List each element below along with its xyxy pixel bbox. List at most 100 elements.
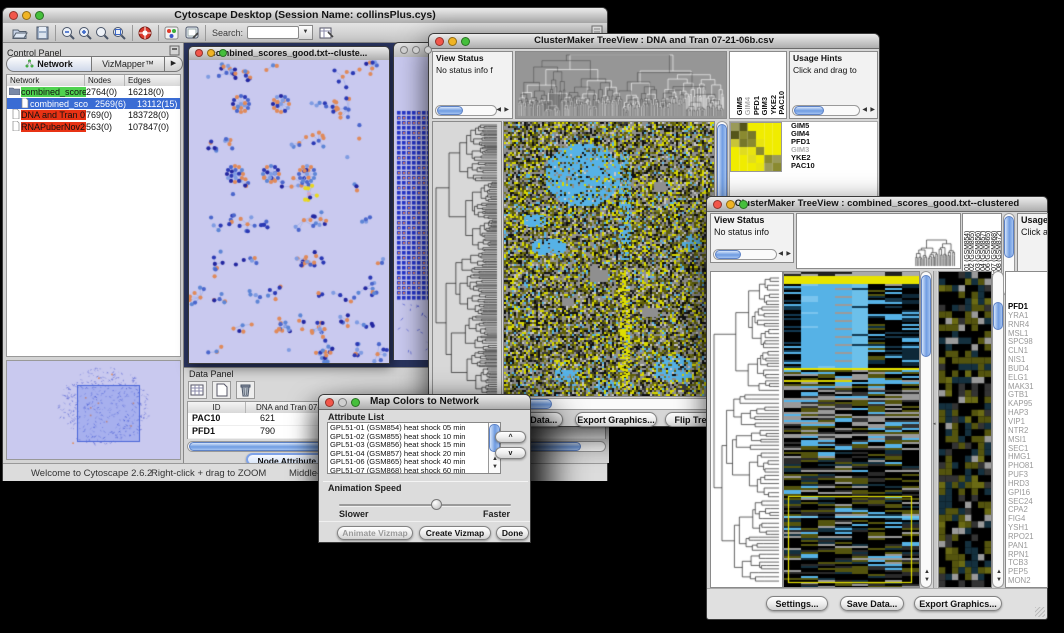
minimize-icon[interactable] <box>726 200 735 209</box>
tv2-zoom-heatmap[interactable] <box>938 271 992 588</box>
select-attributes-icon[interactable] <box>188 381 207 399</box>
network-table-row[interactable]: combined_scores2764(0)16218(0) <box>7 86 180 98</box>
search-dropdown-button[interactable]: ▼ <box>299 25 313 40</box>
minimize-icon[interactable] <box>448 37 457 46</box>
treeview1-titlebar[interactable]: ClusterMaker TreeView : DNA and Tran 07-… <box>429 34 879 49</box>
zoom-heatmap-canvas[interactable] <box>731 123 781 171</box>
tv2-export-graphics-button[interactable]: Export Graphics... <box>914 596 1002 611</box>
minimize-icon[interactable] <box>412 46 420 54</box>
zoom-window-icon[interactable] <box>424 46 432 54</box>
tv1-hscrollbar[interactable] <box>503 398 715 410</box>
tv2-splitter[interactable]: ◂ <box>933 271 937 588</box>
scrollbar-thumb[interactable] <box>794 106 824 115</box>
zoom-out-icon[interactable] <box>60 25 77 41</box>
scroll-left-icon[interactable]: ◀ <box>778 250 783 259</box>
tv2-save-data-button[interactable]: Save Data... <box>840 596 904 611</box>
tv1-row-label[interactable]: PAC10 <box>791 162 833 170</box>
zoom-fit-icon[interactable] <box>111 25 128 41</box>
close-icon[interactable] <box>325 398 334 407</box>
scroll-left-icon[interactable]: ◀ <box>496 106 501 115</box>
window-controls[interactable] <box>713 200 748 209</box>
column-dendrogram-canvas[interactable] <box>516 52 726 118</box>
resize-grip-icon[interactable] <box>1035 607 1045 617</box>
create-vizmap-button[interactable]: Create Vizmap <box>419 526 491 540</box>
window-controls[interactable] <box>9 11 44 20</box>
float-panel-icon[interactable] <box>169 43 180 54</box>
heatmap-canvas[interactable] <box>784 272 919 587</box>
tv1-column-label[interactable]: GIM3 <box>760 97 769 115</box>
tv1-heatmap[interactable] <box>503 121 715 397</box>
close-icon[interactable] <box>400 46 408 54</box>
tv2-vscrollbar[interactable]: ▲ ▼ <box>920 271 932 588</box>
close-icon[interactable] <box>435 37 444 46</box>
window-controls[interactable] <box>325 398 360 407</box>
zoom-window-icon[interactable] <box>219 49 227 57</box>
column-dendrogram-canvas[interactable] <box>797 214 960 268</box>
search-input[interactable] <box>247 26 299 39</box>
dialog-titlebar[interactable]: Map Colors to Network <box>319 395 530 410</box>
gene-label[interactable]: MON2 <box>1008 577 1034 586</box>
network-view-titlebar[interactable]: combined_scores_good.txt--cluste... <box>189 47 389 61</box>
snapshot-icon[interactable] <box>184 25 201 41</box>
move-up-button[interactable]: ^ <box>495 431 526 443</box>
delete-attribute-icon[interactable] <box>236 381 255 399</box>
minimize-icon[interactable] <box>22 11 31 20</box>
network-canvas[interactable] <box>189 60 389 363</box>
zoom-window-icon[interactable] <box>351 398 360 407</box>
attribute-table-icon[interactable] <box>318 25 335 41</box>
animate-vizmap-button[interactable]: Animate Vizmap <box>337 526 413 540</box>
zoom-window-icon[interactable] <box>461 37 470 46</box>
scrollbar-thumb[interactable] <box>993 302 1003 330</box>
network-table-row[interactable]: combined_sco2569(6)13112(15) <box>7 98 180 110</box>
column-header[interactable]: Edges <box>125 75 180 86</box>
window-controls[interactable] <box>195 49 227 57</box>
scroll-right-icon[interactable]: ▶ <box>786 250 791 259</box>
tv1-export-graphics-button[interactable]: Export Graphics... <box>575 412 657 427</box>
scroll-left-icon[interactable]: ◀ <box>862 106 867 115</box>
attribute-list-item[interactable]: GPL51-07 (GSM868) heat shock 60 min <box>330 467 498 474</box>
scrollbar-thumb[interactable] <box>1004 216 1014 258</box>
zoom-in-icon[interactable] <box>77 25 94 41</box>
tab-vizmapper[interactable]: VizMapper™ <box>92 56 165 72</box>
window-controls[interactable] <box>435 37 470 46</box>
tv2-column-dendrogram[interactable] <box>796 213 961 269</box>
view-status-hscrollbar[interactable] <box>435 105 497 116</box>
zoom-window-icon[interactable] <box>35 11 44 20</box>
save-icon[interactable] <box>34 25 51 41</box>
window-controls[interactable] <box>400 46 432 54</box>
column-header[interactable]: ID <box>188 402 246 413</box>
tab-network[interactable]: Network <box>6 56 92 72</box>
scrollbar-thumb[interactable] <box>715 250 741 259</box>
tv2-gene-vscrollbar[interactable]: ▲ ▼ <box>992 271 1004 588</box>
tv1-zoom-heatmap[interactable] <box>730 122 782 172</box>
column-header[interactable]: Nodes <box>85 75 125 86</box>
network-table-row[interactable]: RNAPuberNov2+563(0)107847(0) <box>7 121 180 133</box>
network-table-row[interactable]: DNA and Tran 07769(0)183728(0) <box>7 109 180 121</box>
column-header[interactable]: Network <box>7 75 85 86</box>
tabs-overflow-button[interactable]: ▶ <box>165 56 183 72</box>
zoom-window-icon[interactable] <box>739 200 748 209</box>
tv1-column-label[interactable]: PAC10 <box>777 91 786 115</box>
scrollbar-thumb[interactable] <box>437 106 463 115</box>
done-button[interactable]: Done <box>496 526 529 540</box>
tv1-row-dendrogram[interactable] <box>432 121 502 397</box>
scrollbar-thumb[interactable] <box>921 275 931 357</box>
scroll-right-icon[interactable]: ▶ <box>504 106 509 115</box>
view-status-hscrollbar[interactable] <box>713 249 777 260</box>
birdseye-panel[interactable] <box>6 360 181 460</box>
attribute-listbox[interactable]: GPL51-01 (GSM854) heat shock 05 minGPL51… <box>327 422 501 474</box>
close-icon[interactable] <box>9 11 18 20</box>
slider-track[interactable] <box>339 504 511 506</box>
slider-thumb[interactable] <box>431 499 442 510</box>
scroll-right-icon[interactable]: ▶ <box>870 106 875 115</box>
new-attribute-icon[interactable] <box>212 381 231 399</box>
vizmapper-icon[interactable] <box>163 25 180 41</box>
treeview2-titlebar[interactable]: ClusterMaker TreeView : combined_scores_… <box>707 197 1047 212</box>
row-dendrogram-canvas[interactable] <box>433 122 501 396</box>
scroll-down-icon[interactable]: ▼ <box>996 576 1002 585</box>
move-down-button[interactable]: v <box>495 447 526 459</box>
scroll-down-icon[interactable]: ▼ <box>924 576 930 585</box>
row-dendrogram-canvas[interactable] <box>711 272 782 587</box>
usage-hints-hscrollbar[interactable] <box>792 105 860 116</box>
tv2-heatmap[interactable] <box>783 271 920 588</box>
